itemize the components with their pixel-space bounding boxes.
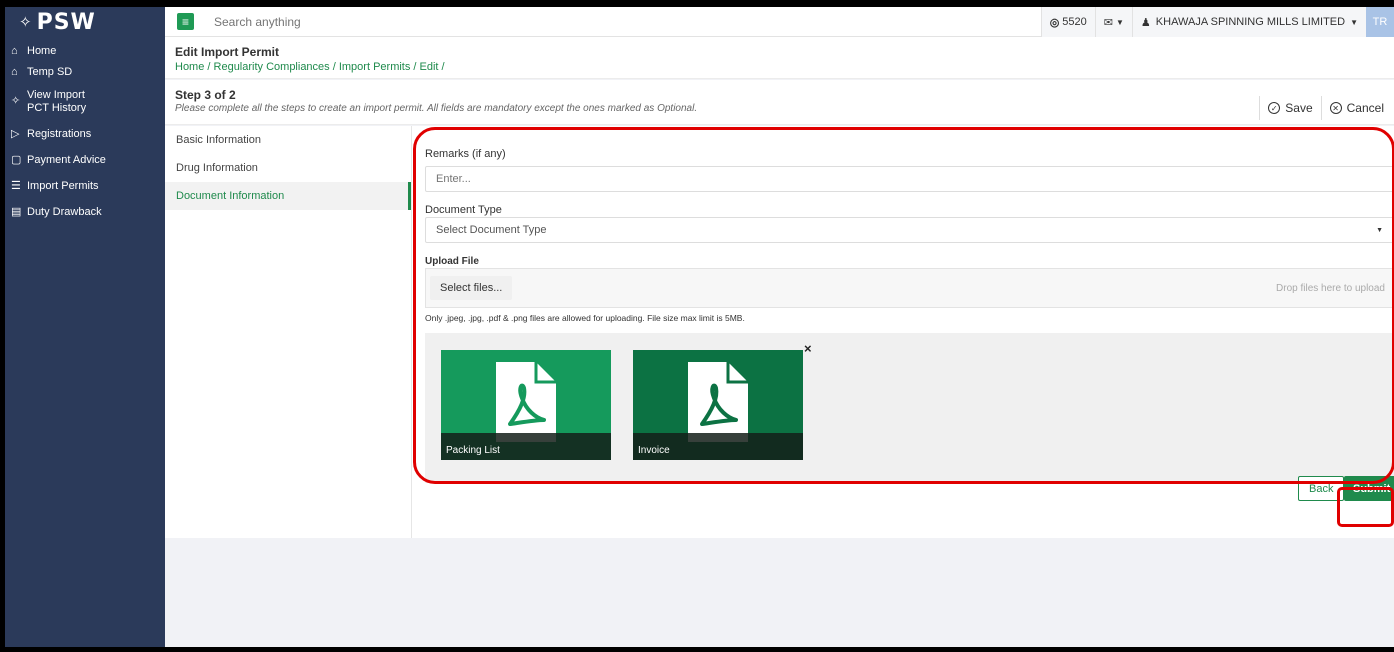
avatar[interactable]: TR [1366,7,1394,37]
top-bar: ≡ ◎ 5520 ✉ ▼ ♟ KHAWAJA SPINNING MILLS LI… [165,7,1394,37]
remove-file-icon[interactable]: × [804,341,812,356]
main-content: Basic Information Drug Information Docum… [165,126,1394,538]
page-title: Edit Import Permit [175,45,280,59]
document-type-value: Select Document Type [436,224,547,236]
divider [1320,96,1322,120]
sidebar-item-home[interactable]: ⌂ Home [5,41,165,62]
payment-icon: ▢ [11,154,22,166]
home-icon: ⌂ [11,45,18,57]
app-frame: ✧ PSW ⌂ Home ⌂ Temp SD ✧ View Import PCT… [5,7,1394,647]
document-icon: ☰ [11,180,21,192]
sidebar-item-label: Import Permits [27,180,99,192]
home-icon: ⌂ [11,66,18,78]
upload-hint: Only .jpeg, .jpg, .pdf & .png files are … [425,313,745,323]
check-circle-icon: ✓ [1268,102,1281,114]
logo-icon: ✧ [19,13,33,31]
caret-down-icon: ▼ [1116,17,1124,27]
caret-down-icon: ▼ [1376,226,1383,234]
company-dropdown[interactable]: ♟ KHAWAJA SPINNING MILLS LIMITED ▼ [1131,7,1366,37]
cancel-button[interactable]: ✕ Cancel [1329,101,1384,115]
step-bar: Step 3 of 2 Please complete all the step… [165,80,1394,125]
step-description: Please complete all the steps to create … [175,103,698,114]
logo[interactable]: ✧ PSW [5,7,165,37]
sidebar-item-view-import-pct[interactable]: ✧ View Import PCT History [5,83,165,121]
sidebar-item-duty-drawback[interactable]: ▤ Duty Drawback [5,200,165,223]
sparkle-icon: ✧ [11,95,21,107]
sidebar-item-label: Payment Advice [27,154,106,166]
upload-dropzone[interactable]: Select files... Drop files here to uploa… [425,268,1394,308]
remarks-input[interactable] [425,166,1394,192]
menu-toggle-icon[interactable]: ≡ [177,13,194,30]
sidebar-item-label: Temp SD [27,66,73,78]
sidebar-item-label: Duty Drawback [27,206,102,218]
mail-dropdown[interactable]: ✉ ▼ [1094,7,1132,37]
sidebar-item-import-permits[interactable]: ☰ Import Permits [5,174,165,200]
select-files-button[interactable]: Select files... [430,276,513,300]
file-name: Packing List [441,433,611,460]
company-name: KHAWAJA SPINNING MILLS LIMITED [1155,16,1346,28]
file-name: Invoice [633,433,803,460]
close-circle-icon: ✕ [1329,102,1342,114]
sidebar-item-label: View Import PCT History [27,89,87,114]
drawback-icon: ▤ [11,206,22,218]
step-title: Step 3 of 2 [175,88,236,102]
save-label: Save [1285,101,1313,115]
page-header: Edit Import Permit Home / Regularity Com… [165,37,1394,79]
user-icon: ♟ [1140,16,1151,29]
save-button[interactable]: ✓ Save [1268,101,1313,115]
pdf-file-icon [688,362,748,442]
document-type-select[interactable]: Select Document Type ▼ [425,217,1394,243]
top-right-controls: ◎ 5520 ✉ ▼ ♟ KHAWAJA SPINNING MILLS LIMI… [1040,7,1394,37]
pdf-file-icon [496,362,556,442]
step-list: Basic Information Drug Information Docum… [165,126,412,538]
drop-hint: Drop files here to upload [1276,282,1385,294]
target-icon: ◎ [1049,16,1060,29]
sidebar-item-payment-advice[interactable]: ▢ Payment Advice [5,148,165,174]
upload-file-label: Upload File [425,256,479,267]
remarks-label: Remarks (if any) [425,148,506,160]
search-input[interactable] [214,14,514,29]
sidebar-item-registrations[interactable]: ▷ Registrations [5,121,165,148]
sidebar: ✧ PSW ⌂ Home ⌂ Temp SD ✧ View Import PCT… [5,7,165,647]
breadcrumb[interactable]: Home / Regularity Compliances / Import P… [175,61,1384,73]
submit-button[interactable]: Submit [1344,476,1394,501]
step-drug-information[interactable]: Drug Information [165,154,411,182]
cancel-label: Cancel [1346,101,1384,115]
caret-down-icon: ▼ [1350,17,1358,27]
points-indicator[interactable]: ◎ 5520 [1040,7,1095,37]
file-card[interactable]: Packing List [441,350,611,460]
registration-icon: ▷ [11,128,20,140]
step-document-information[interactable]: Document Information [165,182,411,210]
sidebar-item-label: Home [27,45,57,57]
step-basic-information[interactable]: Basic Information [165,126,411,154]
logo-text: PSW [36,9,96,35]
divider [1259,96,1261,120]
document-form: Remarks (if any) Document Type Select Do… [425,126,1394,538]
mail-icon: ✉ [1103,16,1113,29]
points-value: 5520 [1062,16,1087,28]
back-button[interactable]: Back [1298,476,1345,501]
sidebar-item-temp-sd[interactable]: ⌂ Temp SD [5,62,165,83]
document-type-label: Document Type [425,204,502,216]
file-card[interactable]: Invoice [633,350,803,460]
step-actions: ✓ Save ✕ Cancel [1259,96,1384,120]
sidebar-item-label: Registrations [27,128,92,140]
uploaded-files: Packing List Invoice × [425,333,1394,483]
